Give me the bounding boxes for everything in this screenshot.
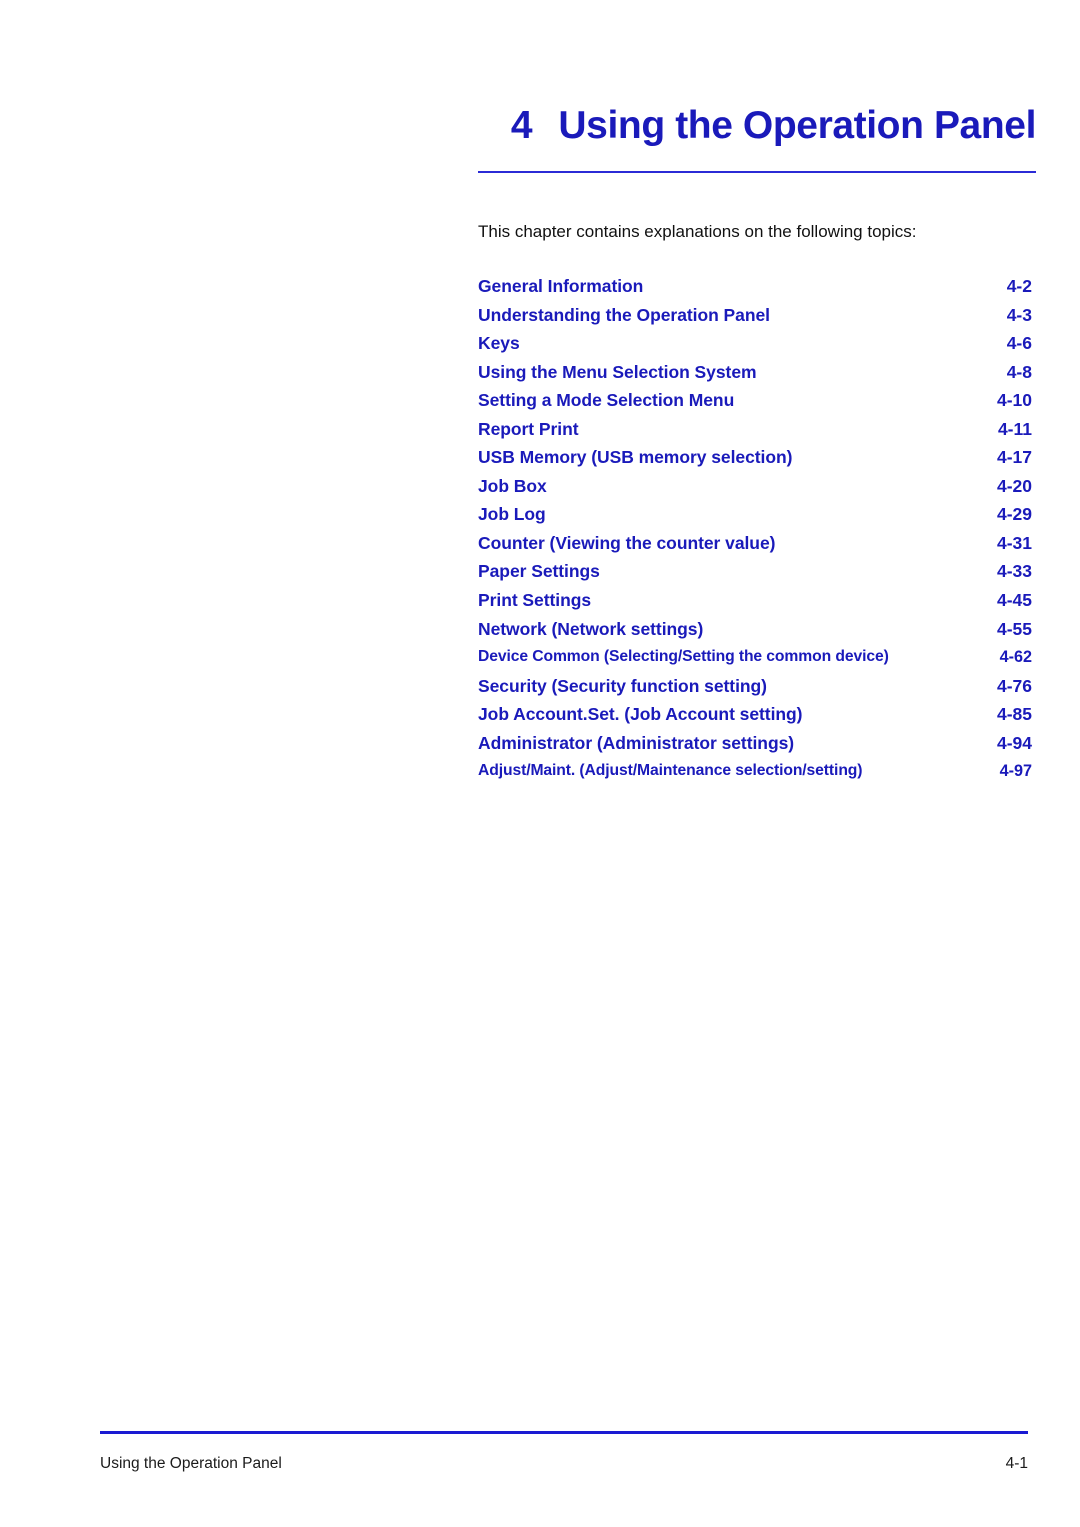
- toc-entry-page-number: 4-62: [999, 648, 1032, 667]
- toc-entry-label: General Information: [478, 276, 644, 296]
- toc-entry-label: Job Box: [478, 475, 547, 496]
- toc-entry-label: Network (Network settings): [478, 618, 704, 639]
- document-page: 4 Using the Operation Panel This chapter …: [0, 0, 1080, 1527]
- toc-entry-page-number: 4-17: [996, 447, 1032, 468]
- toc-entry[interactable]: Setting a Mode Selection Menu 4-10: [478, 386, 1036, 415]
- toc-entry-label: Job Account.Set. (Job Account setting): [478, 704, 803, 725]
- page-title: 4 Using the Operation Panel: [478, 104, 1036, 148]
- toc-entry-label: Administrator (Administrator settings): [478, 732, 795, 753]
- toc-entry-label: Job Log: [478, 504, 546, 525]
- toc-entry[interactable]: Administrator (Administrator settings) 4-…: [478, 729, 1036, 758]
- toc-entry-page-number: 4-97: [999, 762, 1032, 781]
- footer-chapter-label: Using the Operation Panel: [100, 1455, 282, 1472]
- toc-entry-page-number: 4-10: [996, 390, 1032, 411]
- toc-entry[interactable]: USB Memory (USB memory selection) 4-17: [478, 443, 1036, 472]
- toc-entry-label: Setting a Mode Selection Menu: [478, 390, 735, 411]
- intro-paragraph: This chapter contains explanations on th…: [478, 222, 917, 241]
- toc-entry-page-number: 4-29: [996, 504, 1032, 525]
- toc-entry-label: Using the Menu Selection System: [478, 361, 757, 382]
- toc-entry-label: Device Common (Selecting/Setting the com…: [478, 648, 889, 666]
- toc-entry-page-number: 4-94: [996, 732, 1032, 753]
- toc-entry-page-number: 4-76: [996, 675, 1032, 696]
- toc-entry[interactable]: Understanding the Operation Panel 4-3: [478, 301, 1036, 330]
- toc-entry[interactable]: Job Account.Set. (Job Account setting) 4-…: [478, 700, 1036, 729]
- toc-entry-label: Counter (Viewing the counter value): [478, 532, 776, 553]
- toc-entry-label: Print Settings: [478, 590, 592, 611]
- chapter-number: 4: [510, 104, 533, 147]
- toc-entry-label: Paper Settings: [478, 561, 600, 582]
- footer-page-number: 4-1: [1005, 1455, 1028, 1472]
- toc-entry-label: Keys: [478, 333, 520, 354]
- toc-entry-label: Adjust/Maint. (Adjust/Maintenance select…: [478, 762, 863, 780]
- chapter-title: Using the Operation Panel: [558, 104, 1036, 147]
- page-footer: Using the Operation Panel 4-1: [100, 1455, 1028, 1477]
- toc-entry[interactable]: Paper Settings 4-33: [478, 557, 1036, 586]
- toc-entry[interactable]: Counter (Viewing the counter value) 4-31: [478, 529, 1036, 558]
- toc-entry-page-number: 4-31: [996, 532, 1032, 553]
- toc-entry[interactable]: Job Log 4-29: [478, 500, 1036, 529]
- toc-entry[interactable]: Network (Network settings) 4-55: [478, 615, 1036, 644]
- toc-entry-page-number: 4-55: [996, 618, 1032, 639]
- toc-entry-page-number: 4-8: [1006, 361, 1032, 382]
- toc-entry-page-number: 4-6: [1006, 333, 1032, 354]
- table-of-contents: General Information 4-2 Understanding the …: [478, 272, 1036, 786]
- toc-entry-page-number: 4-3: [1006, 304, 1032, 325]
- toc-entry-label: Report Print: [478, 418, 579, 439]
- footer-divider: [100, 1431, 1028, 1434]
- toc-entry-label: Security (Security function setting): [478, 675, 767, 696]
- toc-entry-label: Understanding the Operation Panel: [478, 304, 770, 325]
- toc-entry-page-number: 4-20: [996, 475, 1032, 496]
- toc-entry[interactable]: Using the Menu Selection System 4-8: [478, 358, 1036, 387]
- toc-entry-page-number: 4-85: [996, 704, 1032, 725]
- toc-entry[interactable]: Device Common (Selecting/Setting the com…: [478, 643, 1036, 672]
- toc-entry[interactable]: General Information 4-2: [478, 272, 1036, 301]
- toc-entry[interactable]: Adjust/Maint. (Adjust/Maintenance select…: [478, 757, 1036, 786]
- title-divider: [478, 171, 1036, 173]
- toc-entry[interactable]: Report Print 4-11: [478, 415, 1036, 444]
- toc-entry[interactable]: Print Settings 4-45: [478, 586, 1036, 615]
- toc-entry-page-number: 4-11: [997, 418, 1032, 439]
- toc-entry[interactable]: Job Box 4-20: [478, 472, 1036, 501]
- toc-entry[interactable]: Security (Security function setting) 4-76: [478, 672, 1036, 701]
- toc-entry-label: USB Memory (USB memory selection): [478, 447, 793, 468]
- toc-entry-page-number: 4-45: [996, 590, 1032, 611]
- toc-entry-page-number: 4-2: [1006, 276, 1032, 296]
- toc-entry[interactable]: Keys 4-6: [478, 329, 1036, 358]
- toc-entry-page-number: 4-33: [996, 561, 1032, 582]
